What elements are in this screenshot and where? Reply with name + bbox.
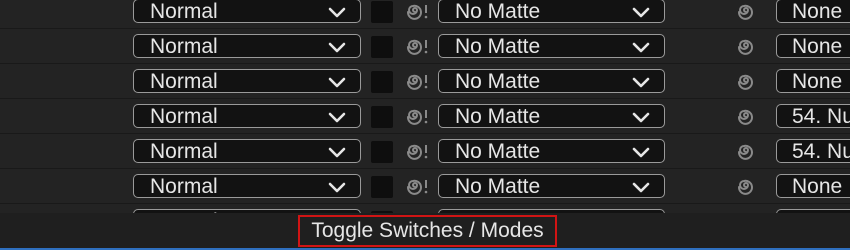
- preserve-transparency-toggle[interactable]: [371, 36, 393, 58]
- track-matte-value: No Matte: [455, 35, 541, 58]
- parent-pickwhip-icon[interactable]: [736, 72, 756, 92]
- parent-dropdown[interactable]: None: [776, 0, 850, 23]
- matte-pickwhip-icon[interactable]: [405, 2, 431, 22]
- chevron-down-icon: [632, 108, 650, 123]
- chevron-down-icon: [632, 3, 650, 18]
- matte-pickwhip-icon[interactable]: [405, 72, 431, 92]
- layer-row: Normal No Matte 54. Nu: [0, 99, 850, 134]
- blend-mode-value: Normal: [150, 70, 218, 93]
- preserve-transparency-toggle[interactable]: [371, 106, 393, 128]
- blend-mode-value: Normal: [150, 0, 218, 23]
- blend-mode-value: Normal: [150, 35, 218, 58]
- preserve-transparency-toggle[interactable]: [371, 71, 393, 93]
- track-matte-dropdown[interactable]: No Matte: [438, 139, 665, 163]
- layer-row: Normal No Matte None: [0, 64, 850, 99]
- parent-dropdown[interactable]: None: [776, 34, 850, 58]
- blend-mode-dropdown[interactable]: Normal: [133, 0, 361, 23]
- timeline-footer: Toggle Switches / Modes: [0, 213, 850, 250]
- chevron-down-icon: [328, 108, 346, 123]
- layer-name-area: [0, 99, 130, 133]
- blend-mode-value: Normal: [150, 140, 218, 163]
- chevron-down-icon: [632, 73, 650, 88]
- layer-name-area: [0, 0, 130, 28]
- blend-mode-value: Normal: [150, 105, 218, 128]
- track-matte-dropdown[interactable]: No Matte: [438, 104, 665, 128]
- matte-pickwhip-icon[interactable]: [405, 37, 431, 57]
- track-matte-value: No Matte: [455, 70, 541, 93]
- parent-pickwhip-icon[interactable]: [736, 142, 756, 162]
- chevron-down-icon: [328, 38, 346, 53]
- parent-pickwhip-icon[interactable]: [736, 2, 756, 22]
- preserve-transparency-toggle[interactable]: [371, 176, 393, 198]
- track-matte-value: No Matte: [455, 140, 541, 163]
- track-matte-value: No Matte: [455, 105, 541, 128]
- parent-dropdown[interactable]: None: [776, 69, 850, 93]
- parent-dropdown[interactable]: 54. Nu: [776, 139, 850, 163]
- layer-name-area: [0, 64, 130, 98]
- layer-row: Normal No Matte 54. Nu: [0, 134, 850, 169]
- track-matte-value: No Matte: [455, 0, 541, 23]
- toggle-switches-modes-button[interactable]: Toggle Switches / Modes: [298, 215, 557, 247]
- parent-pickwhip-icon[interactable]: [736, 37, 756, 57]
- layer-row: Normal No Matte None: [0, 0, 850, 29]
- matte-pickwhip-icon[interactable]: [405, 107, 431, 127]
- track-matte-dropdown[interactable]: No Matte: [438, 69, 665, 93]
- track-matte-value: No Matte: [455, 175, 541, 198]
- preserve-transparency-toggle[interactable]: [371, 141, 393, 163]
- chevron-down-icon: [632, 143, 650, 158]
- blend-mode-dropdown[interactable]: Normal: [133, 139, 361, 163]
- parent-value: None: [792, 175, 843, 198]
- parent-value: 54. Nu: [792, 140, 850, 163]
- blend-mode-value: Normal: [150, 175, 218, 198]
- parent-dropdown[interactable]: 54. Nu: [776, 104, 850, 128]
- layer-rows: Normal No Matte None Normal No Matte None Norm…: [0, 0, 850, 239]
- parent-value: None: [792, 70, 843, 93]
- matte-pickwhip-icon[interactable]: [405, 142, 431, 162]
- layer-row: Normal No Matte None: [0, 169, 850, 204]
- blend-mode-dropdown[interactable]: Normal: [133, 34, 361, 58]
- layer-name-area: [0, 134, 130, 168]
- chevron-down-icon: [328, 178, 346, 193]
- blend-mode-dropdown[interactable]: Normal: [133, 174, 361, 198]
- matte-pickwhip-icon[interactable]: [405, 177, 431, 197]
- chevron-down-icon: [632, 178, 650, 193]
- blend-mode-dropdown[interactable]: Normal: [133, 69, 361, 93]
- chevron-down-icon: [632, 38, 650, 53]
- track-matte-dropdown[interactable]: No Matte: [438, 0, 665, 23]
- parent-pickwhip-icon[interactable]: [736, 177, 756, 197]
- layer-name-area: [0, 29, 130, 63]
- chevron-down-icon: [328, 143, 346, 158]
- track-matte-dropdown[interactable]: No Matte: [438, 174, 665, 198]
- parent-value: None: [792, 35, 843, 58]
- parent-value: None: [792, 0, 843, 23]
- layer-name-area: [0, 169, 130, 203]
- parent-pickwhip-icon[interactable]: [736, 107, 756, 127]
- preserve-transparency-toggle[interactable]: [371, 1, 393, 23]
- parent-value: 54. Nu: [792, 105, 850, 128]
- chevron-down-icon: [328, 73, 346, 88]
- track-matte-dropdown[interactable]: No Matte: [438, 34, 665, 58]
- chevron-down-icon: [328, 3, 346, 18]
- layer-row: Normal No Matte None: [0, 29, 850, 64]
- parent-dropdown[interactable]: None: [776, 174, 850, 198]
- blend-mode-dropdown[interactable]: Normal: [133, 104, 361, 128]
